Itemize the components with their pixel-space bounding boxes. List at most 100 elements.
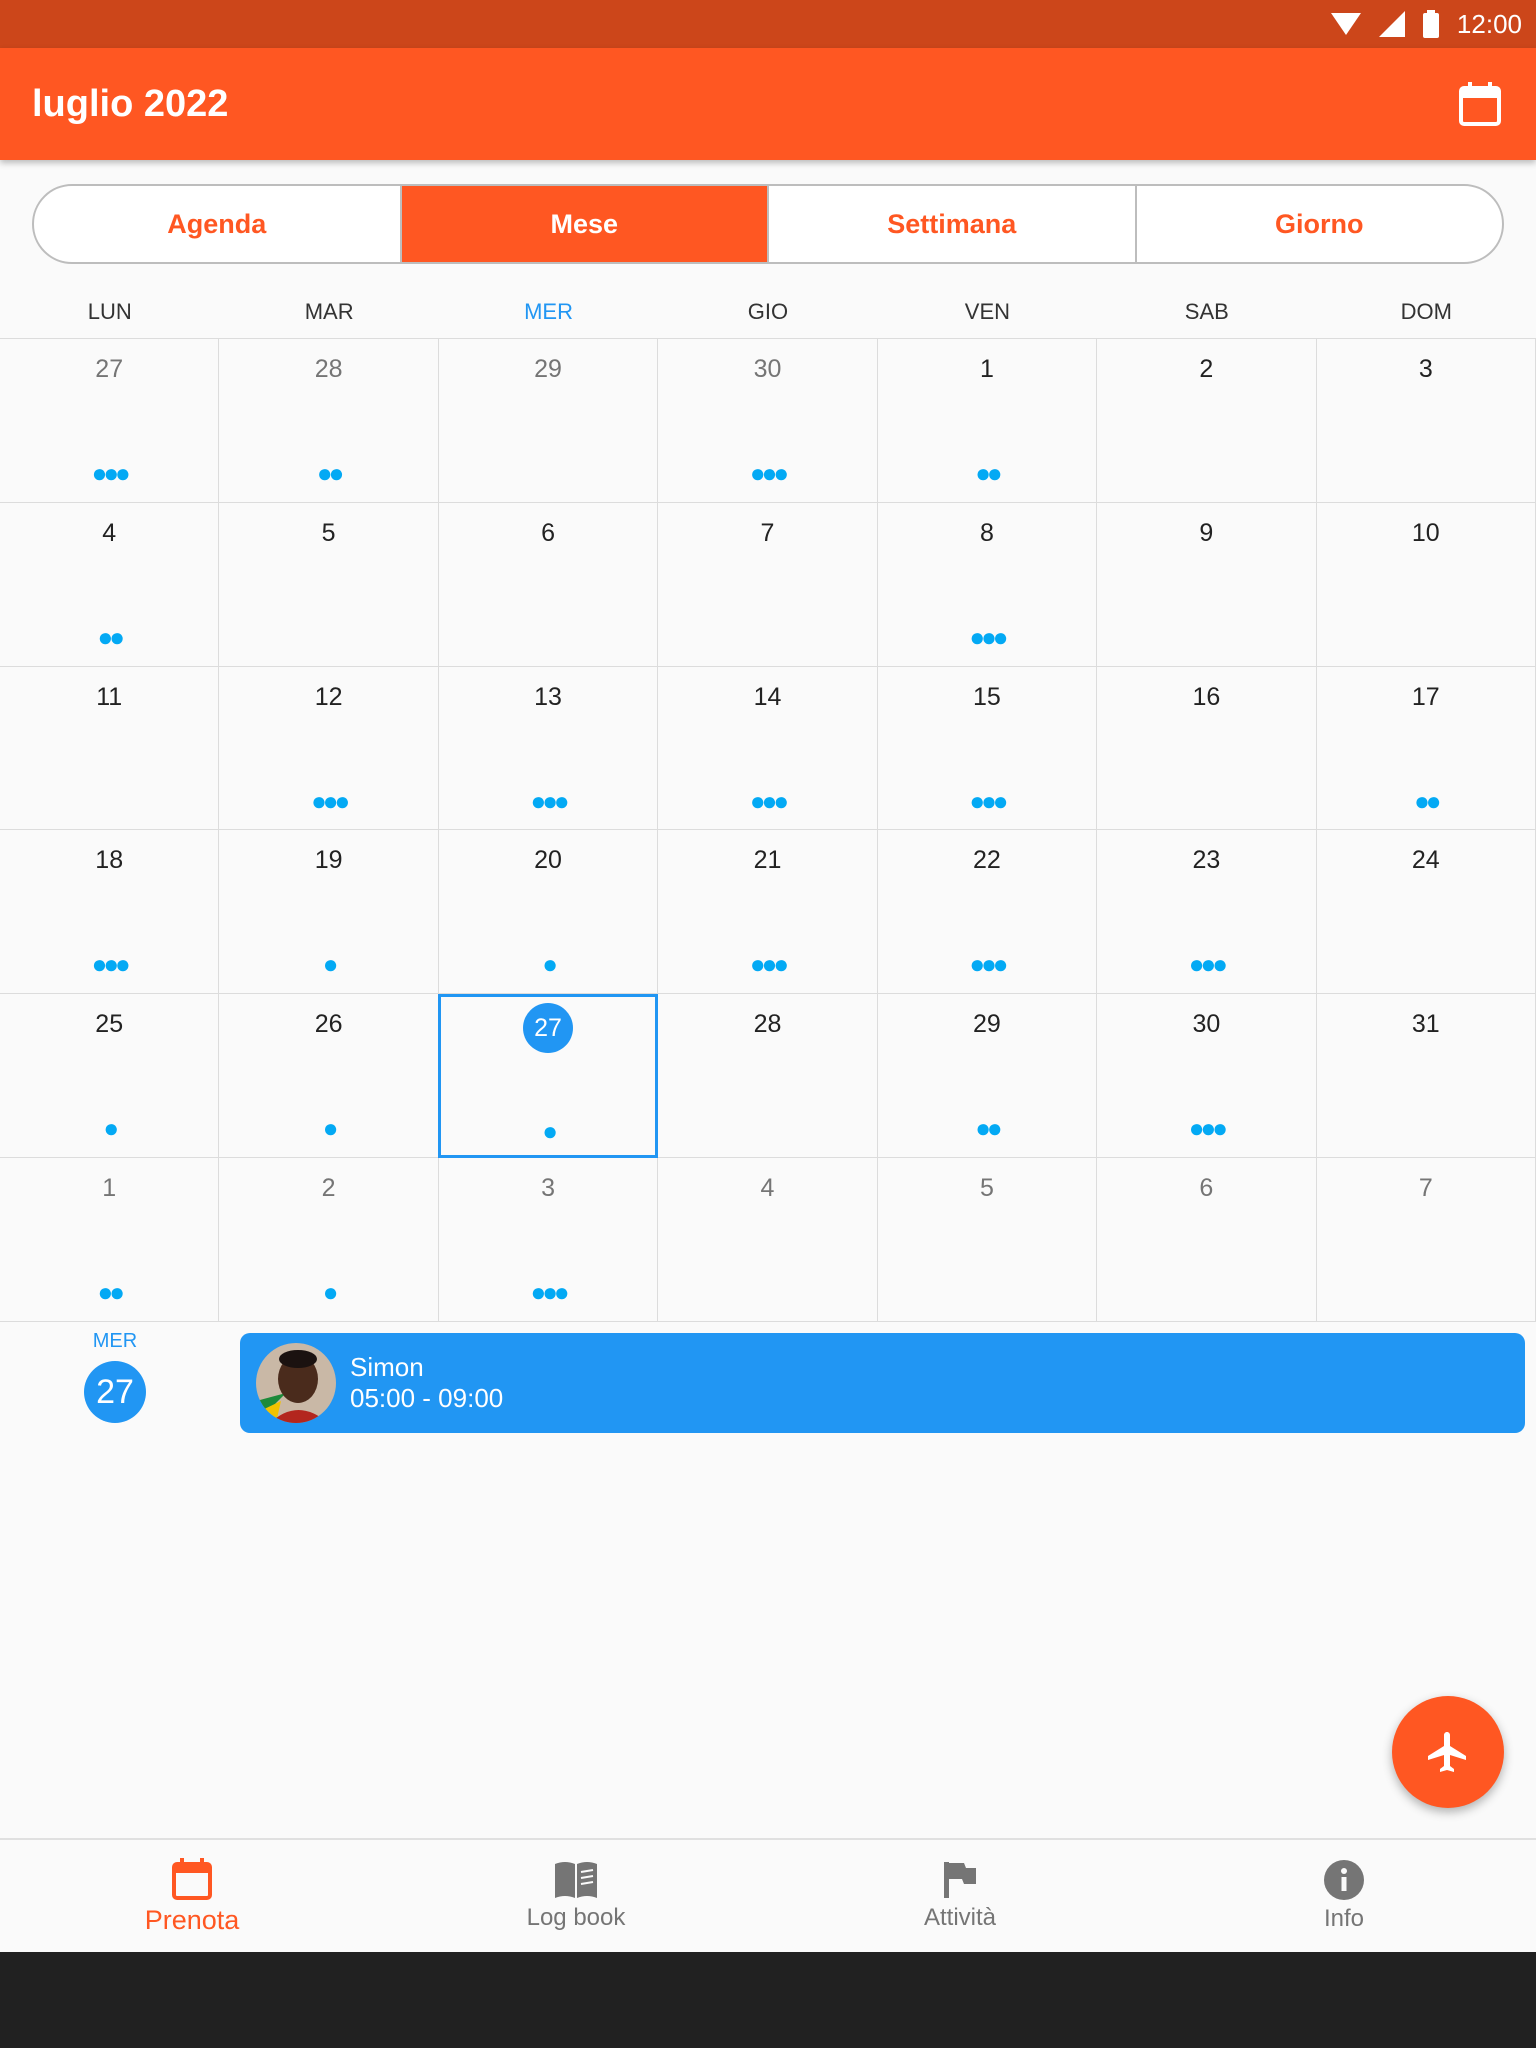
calendar-day[interactable]: 17 ●● <box>1315 666 1536 831</box>
calendar-icon <box>1459 82 1501 126</box>
system-nav-bar <box>0 1952 1536 2048</box>
event-time: 05:00 - 09:00 <box>350 1383 504 1413</box>
day-number: 4 <box>102 518 117 547</box>
calendar-day[interactable]: 23 ●●● <box>1096 830 1317 995</box>
calendar-day[interactable]: 6 <box>437 502 659 667</box>
calendar-day[interactable]: 29 <box>437 339 659 503</box>
calendar-day[interactable]: 2 ● <box>218 1158 439 1322</box>
calendar-day[interactable]: 24 <box>1315 830 1536 995</box>
segment-mese[interactable]: Mese <box>401 186 769 262</box>
calendar-day[interactable]: 28 <box>657 994 878 1159</box>
event-indicator-dots: ●●● <box>749 458 789 488</box>
day-number: 29 <box>534 355 562 383</box>
nav-info[interactable]: Info <box>1152 1840 1536 1952</box>
event-indicator-dots: ●●● <box>749 785 789 816</box>
segment-giorno[interactable]: Giorno <box>1137 186 1503 262</box>
calendar-day[interactable]: 12 ●●● <box>218 666 439 831</box>
calendar-day[interactable]: 1 ●● <box>0 1158 220 1322</box>
nav-label: Log book <box>526 1904 626 1931</box>
weekday-label: MER <box>524 299 573 324</box>
day-number: 30 <box>1192 1010 1221 1039</box>
calendar-day[interactable]: 10 <box>1315 502 1536 667</box>
event-indicator-dots: ●● <box>1414 785 1441 816</box>
calendar-day[interactable]: 5 <box>218 502 439 667</box>
calendar-day[interactable]: 3 ●●● <box>437 1158 659 1322</box>
calendar-day[interactable]: 27 ●●● <box>0 339 220 503</box>
calendar-day[interactable]: 14 ●●● <box>657 666 878 831</box>
day-number: 5 <box>321 518 336 547</box>
weekday-label: VEN <box>964 299 1011 324</box>
calendar-day[interactable]: 22 ●●● <box>876 830 1098 995</box>
calendar-day[interactable]: 30 ●●● <box>657 339 878 503</box>
calendar-day[interactable]: 30 ●●● <box>1096 994 1317 1159</box>
event-indicator-dots: ●●● <box>1188 949 1228 980</box>
calendar-day-selected[interactable]: 27 ● <box>437 994 659 1159</box>
event-indicator-dots: ● <box>322 1113 339 1144</box>
calendar-day[interactable]: 5 <box>876 1158 1098 1322</box>
calendar-day[interactable]: 7 <box>657 502 878 667</box>
nav-attivita[interactable]: Attività <box>768 1840 1152 1952</box>
day-number: 30 <box>753 355 782 383</box>
calendar-day[interactable]: 9 <box>1096 502 1317 667</box>
calendar-day[interactable]: 31 <box>1315 994 1536 1159</box>
day-number: 19 <box>314 846 343 875</box>
weekday-label: DOM <box>1400 299 1452 324</box>
calendar-day[interactable]: 4 <box>657 1158 878 1322</box>
segment-settimana[interactable]: Settimana <box>769 186 1137 262</box>
calendar-day[interactable]: 1 ●● <box>876 339 1098 503</box>
day-number: 6 <box>541 518 556 547</box>
day-number: 16 <box>1192 682 1221 711</box>
segment-agenda[interactable]: Agenda <box>34 186 402 262</box>
book-icon <box>555 1862 597 1898</box>
day-number: 2 <box>321 1174 336 1203</box>
event-indicator-dots: ● <box>322 949 339 980</box>
calendar-day[interactable]: 25 ● <box>0 994 220 1159</box>
calendar-day[interactable]: 16 <box>1096 666 1317 831</box>
nav-log-book[interactable]: Log book <box>384 1840 768 1952</box>
calendar-day[interactable]: 2 <box>1096 339 1317 503</box>
avatar <box>256 1343 336 1423</box>
event-indicator-dots: ●●● <box>311 785 350 816</box>
calendar-day[interactable]: 19 ● <box>218 830 439 995</box>
event-name: Simon <box>350 1352 424 1382</box>
calendar-day[interactable]: 8 ●●● <box>876 502 1098 667</box>
weekday-label: MAR <box>304 299 354 324</box>
calendar-day[interactable]: 21 ●●● <box>657 830 878 995</box>
day-number: 13 <box>534 682 562 711</box>
book-flight-fab[interactable] <box>1392 1696 1504 1808</box>
event-indicator-dots: ●●● <box>530 785 570 816</box>
day-number: 6 <box>1199 1174 1214 1203</box>
day-number: 5 <box>979 1174 994 1203</box>
calendar-day[interactable]: 13 ●●● <box>437 666 659 831</box>
day-number: 15 <box>973 682 1001 711</box>
calendar-day[interactable]: 11 <box>0 666 220 831</box>
calendar-day[interactable]: 6 <box>1096 1158 1317 1322</box>
calendar-day[interactable]: 28 ●● <box>218 339 439 503</box>
view-switcher: Agenda Mese Settimana Giorno <box>32 184 1504 264</box>
bottom-navigation: Prenota Log book Attività Info <box>0 1838 1536 1952</box>
event-card[interactable]: Simon 05:00 - 09:00 <box>240 1333 1525 1433</box>
calendar-day[interactable]: 29 ●● <box>876 994 1098 1159</box>
event-indicator-dots: ●●● <box>530 1277 570 1308</box>
calendar-day[interactable]: 7 <box>1315 1158 1536 1322</box>
calendar-day[interactable]: 26 ● <box>218 994 439 1159</box>
nav-prenota[interactable]: Prenota <box>0 1840 384 1952</box>
calendar-button[interactable] <box>1452 76 1508 132</box>
calendar-day[interactable]: 20 ● <box>437 830 659 995</box>
calendar-day[interactable]: 15 ●●● <box>876 666 1098 831</box>
nav-label: Prenota <box>144 1904 240 1935</box>
day-number: 28 <box>753 1010 782 1039</box>
day-number: 4 <box>760 1174 775 1203</box>
event-indicator-dots: ● <box>322 1277 339 1308</box>
day-number: 29 <box>973 1010 1001 1039</box>
day-number: 11 <box>96 682 123 711</box>
calendar-day[interactable]: 3 <box>1315 339 1536 503</box>
selected-day-number: 27 <box>84 1361 146 1423</box>
month-grid: 27 ●●● 28 ●● 29 30 ●●● 1 ●● 2 3 4 ●● 5 6 7 8 ●●● 9 10 11 12 ●●… <box>0 338 1536 1322</box>
nav-label: Attività <box>923 1904 997 1931</box>
calendar-day[interactable]: 4 ●● <box>0 502 220 667</box>
weekday-label: SAB <box>1184 299 1229 324</box>
calendar-day[interactable]: 18 ●●● <box>0 830 220 995</box>
day-number: 1 <box>102 1174 117 1203</box>
event-indicator-dots: ●●● <box>969 785 1008 816</box>
